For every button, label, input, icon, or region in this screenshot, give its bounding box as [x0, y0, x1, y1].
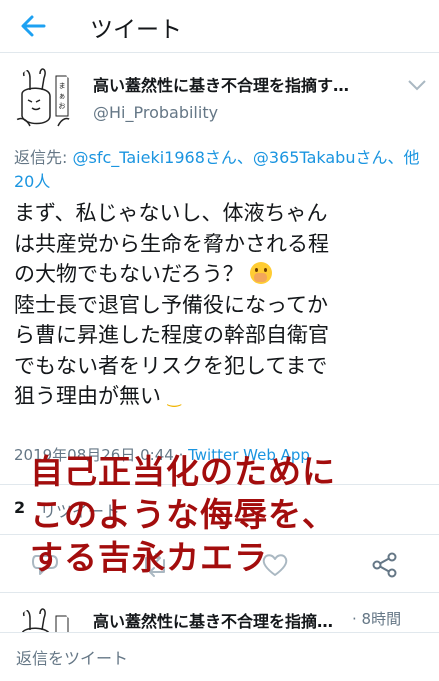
app-bar: ツイート	[0, 0, 439, 52]
mention-separator: 、	[387, 148, 404, 167]
overlay-line: 自己正当化のために	[30, 452, 336, 491]
body-line: は共産党から生命を脅かされる程	[14, 231, 329, 256]
body-line: まず、私じゃないし、体液ちゃん	[14, 201, 328, 225]
overlay-line: する吉永カエラ	[30, 538, 268, 577]
author-name[interactable]: 高い蓋然性に基き不合理を指摘す…	[93, 72, 349, 96]
reply-composer	[0, 632, 439, 681]
chevron-down-icon[interactable]	[406, 78, 428, 92]
reply-prefix: 返信先:	[14, 148, 73, 167]
reply-to: 返信先: @sfc_Taieki1968さん、@365Takabuさん、他20人	[14, 146, 428, 194]
divider	[0, 52, 439, 53]
overlay-line: このような侮辱を、	[30, 495, 336, 534]
body-line: 陸士長で退官し予備役になってか	[14, 292, 328, 317]
retweet-count[interactable]: 2	[14, 498, 25, 517]
hand-over-mouth-emoji-icon	[250, 262, 273, 284]
body-line: ら曹に昇進した程度の幹部自衛官	[14, 323, 329, 347]
svg-text:ぁ: ぁ	[59, 92, 66, 100]
avatar[interactable]: ま ぁ お	[10, 66, 76, 132]
body-line-text: の大物でもないだろう？	[14, 262, 244, 286]
body-line: 狙う理由が無い ‿	[14, 381, 434, 414]
next-tweet-time: · 8時間	[352, 610, 402, 628]
mention-link[interactable]: @sfc_Taieki1968さん	[72, 148, 236, 167]
body-line: でもない者をリスクを犯してまで	[14, 353, 328, 378]
rabbit-avatar-icon: ま ぁ お	[10, 66, 76, 132]
next-tweet-author-name[interactable]: 高い蓋然性に基き不合理を指摘…	[93, 608, 333, 632]
reply-input[interactable]	[14, 643, 418, 673]
body-line-text: 狙う理由が無い	[14, 384, 161, 408]
back-arrow-icon[interactable]	[18, 12, 48, 40]
divider	[0, 592, 439, 593]
wink-emoji-icon: ‿	[167, 388, 181, 407]
mention-link[interactable]: @365Takabuさん	[253, 148, 388, 167]
svg-text:ま: ま	[59, 82, 66, 90]
svg-text:お: お	[59, 102, 66, 110]
author-handle[interactable]: @Hi_Probability	[93, 103, 218, 122]
body-line: の大物でもないだろう？	[14, 259, 434, 290]
mention-separator: 、	[236, 148, 253, 167]
page-title: ツイート	[90, 17, 182, 43]
overlay-annotation: 自己正当化のために このような侮辱を、 する吉永カエラ	[30, 450, 435, 579]
tweet-body: まず、私じゃないし、体液ちゃん は共産党から生命を脅かされる程 の大物でもないだろう…	[14, 198, 434, 414]
